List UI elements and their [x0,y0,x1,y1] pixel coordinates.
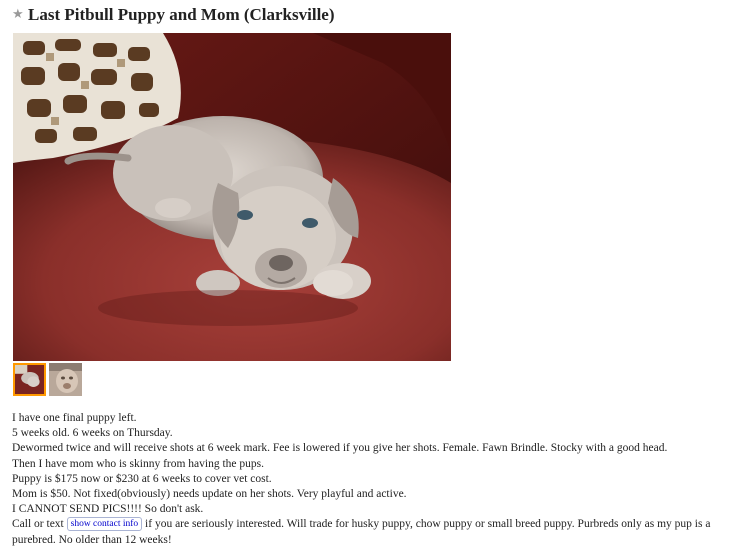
body-line: Dewormed twice and will receive shots at… [12,442,668,455]
posting-body: I have one final puppy left. 5 weeks old… [12,411,724,548]
body-line: 5 weeks old. 6 weeks on Thursday. [12,427,173,440]
mom-dog-thumbnail-image [49,363,82,396]
posting-title-row: ★ Last Pitbull Puppy and Mom (Clarksvill… [12,4,335,26]
thumbnail-puppy[interactable] [13,363,46,396]
body-line: I have one final puppy left. [12,412,137,424]
body-line: I CANNOT SEND PICS!!!! So don't ask. [12,503,204,516]
posting-title: Last Pitbull Puppy and Mom (Clarksville) [28,5,335,24]
body-line: Puppy is $175 now or $230 at 6 weeks to … [12,472,272,485]
body-line: Then I have mom who is skinny from havin… [12,457,265,470]
show-contact-info-button[interactable]: show contact info [66,517,143,532]
puppy-photo [13,33,451,361]
contact-prefix: Call or text [12,518,64,531]
thumbnail-mom[interactable] [49,363,82,396]
main-photo[interactable] [13,33,451,361]
puppy-thumbnail-image [15,365,44,394]
thumbnail-strip [13,363,82,396]
star-icon[interactable]: ★ [12,8,24,21]
body-line: Mom is $50. Not fixed(obviously) needs u… [12,488,407,501]
contact-paragraph: Call or text show contact info if you ar… [12,517,724,547]
